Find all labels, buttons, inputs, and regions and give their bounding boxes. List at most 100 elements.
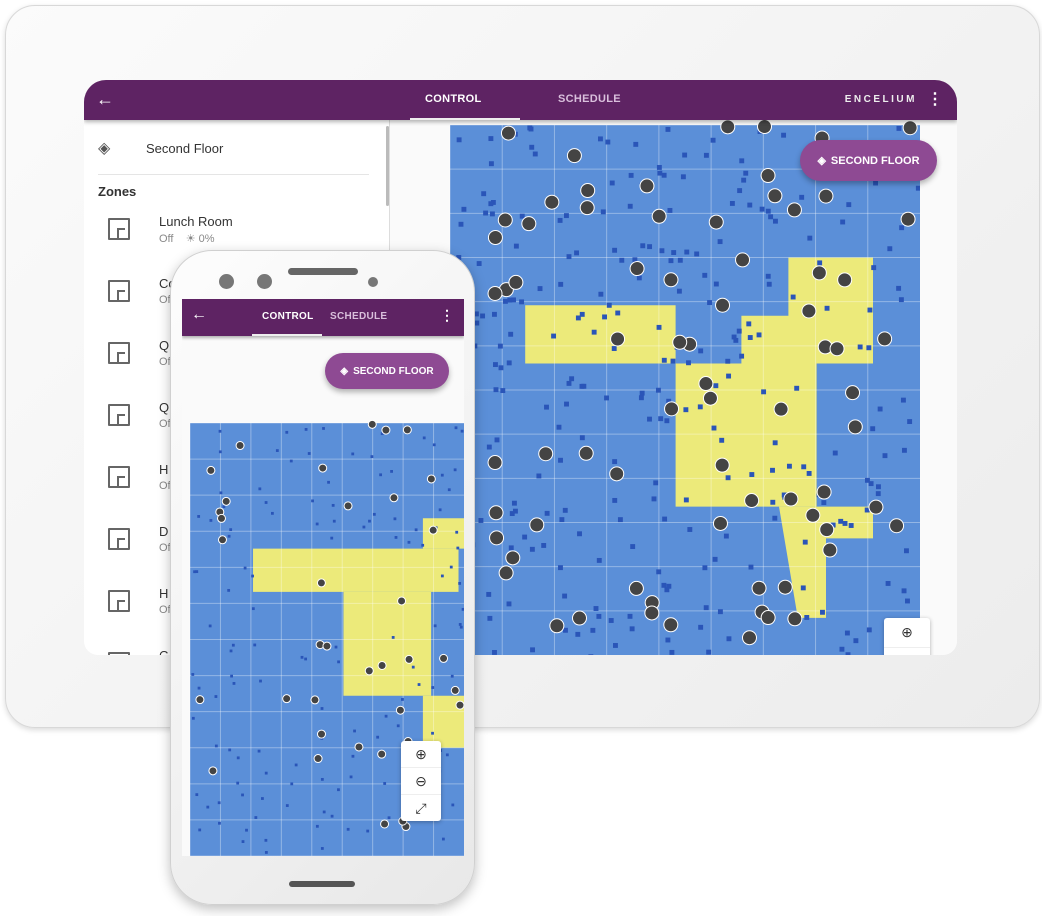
occupancy-sensor-icon[interactable] — [818, 188, 834, 204]
tab-control[interactable]: CONTROL — [262, 311, 314, 322]
occupancy-sensor-icon[interactable] — [343, 501, 353, 511]
occupancy-sensor-icon[interactable] — [428, 525, 438, 535]
tab-schedule[interactable]: SCHEDULE — [330, 311, 387, 322]
occupancy-sensor-icon[interactable] — [235, 441, 245, 451]
occupancy-sensor-icon[interactable] — [787, 611, 803, 627]
occupancy-sensor-icon[interactable] — [663, 272, 679, 288]
zoom-out-icon[interactable]: ⊖ — [401, 768, 441, 795]
occupancy-sensor-icon[interactable] — [500, 125, 516, 141]
occupancy-sensor-icon[interactable] — [610, 331, 626, 347]
occupancy-sensor-icon[interactable] — [208, 766, 218, 776]
occupancy-sensor-icon[interactable] — [488, 505, 504, 521]
occupancy-sensor-icon[interactable] — [508, 274, 524, 290]
occupancy-sensor-icon[interactable] — [217, 535, 227, 545]
occupancy-sensor-icon[interactable] — [816, 484, 832, 500]
occupancy-sensor-icon[interactable] — [538, 446, 554, 462]
occupancy-sensor-icon[interactable] — [389, 493, 399, 503]
occupancy-sensor-icon[interactable] — [805, 507, 821, 523]
occupancy-sensor-icon[interactable] — [354, 742, 364, 752]
occupancy-sensor-icon[interactable] — [868, 499, 884, 515]
occupancy-sensor-icon[interactable] — [318, 463, 328, 473]
occupancy-sensor-icon[interactable] — [487, 286, 503, 302]
occupancy-sensor-icon[interactable] — [847, 419, 863, 435]
occupancy-sensor-icon[interactable] — [702, 390, 718, 406]
occupancy-sensor-icon[interactable] — [845, 385, 861, 401]
back-arrow-icon[interactable]: ← — [96, 89, 114, 110]
occupancy-sensor-icon[interactable] — [395, 705, 405, 715]
occupancy-sensor-icon[interactable] — [566, 148, 582, 164]
more-vert-icon[interactable]: ⋮ — [440, 307, 454, 324]
occupancy-sensor-icon[interactable] — [760, 168, 776, 184]
occupancy-sensor-icon[interactable] — [498, 565, 514, 581]
occupancy-sensor-icon[interactable] — [651, 208, 667, 224]
occupancy-sensor-icon[interactable] — [221, 496, 231, 506]
occupancy-sensor-icon[interactable] — [644, 605, 660, 621]
occupancy-sensor-icon[interactable] — [497, 212, 513, 228]
occupancy-sensor-icon[interactable] — [377, 660, 387, 670]
occupancy-sensor-icon[interactable] — [450, 685, 460, 695]
more-vert-icon[interactable]: ⋮ — [927, 89, 943, 109]
occupancy-sensor-icon[interactable] — [767, 188, 783, 204]
back-arrow-icon[interactable]: ← — [191, 306, 207, 324]
occupancy-sensor-icon[interactable] — [487, 455, 503, 471]
occupancy-sensor-icon[interactable] — [580, 183, 596, 199]
occupancy-sensor-icon[interactable] — [786, 202, 802, 218]
occupancy-sensor-icon[interactable] — [313, 754, 323, 764]
occupancy-sensor-icon[interactable] — [216, 513, 226, 523]
occupancy-sensor-icon[interactable] — [487, 230, 503, 246]
zoom-in-icon[interactable]: ⊕ — [884, 618, 930, 648]
occupancy-sensor-icon[interactable] — [206, 465, 216, 475]
occupancy-sensor-icon[interactable] — [712, 515, 728, 531]
occupancy-sensor-icon[interactable] — [402, 425, 412, 435]
tab-control[interactable]: CONTROL — [425, 93, 481, 105]
occupancy-sensor-icon[interactable] — [819, 522, 835, 538]
floor-button[interactable]: ◈ SECOND FLOOR — [800, 140, 937, 181]
occupancy-sensor-icon[interactable] — [672, 334, 688, 350]
occupancy-sensor-icon[interactable] — [316, 578, 326, 588]
occupancy-sensor-icon[interactable] — [741, 630, 757, 646]
occupancy-sensor-icon[interactable] — [367, 419, 377, 429]
occupancy-sensor-icon[interactable] — [505, 550, 521, 566]
occupancy-sensor-icon[interactable] — [777, 579, 793, 595]
occupancy-sensor-icon[interactable] — [889, 518, 905, 534]
occupancy-sensor-icon[interactable] — [714, 457, 730, 473]
occupancy-sensor-icon[interactable] — [316, 729, 326, 739]
occupancy-sensor-icon[interactable] — [549, 618, 565, 634]
occupancy-sensor-icon[interactable] — [579, 200, 595, 216]
occupancy-sensor-icon[interactable] — [663, 617, 679, 633]
occupancy-sensor-icon[interactable] — [397, 596, 407, 606]
occupancy-sensor-icon[interactable] — [801, 303, 817, 319]
occupancy-sensor-icon[interactable] — [877, 331, 893, 347]
occupancy-sensor-icon[interactable] — [715, 297, 731, 313]
occupancy-sensor-icon[interactable] — [811, 265, 827, 281]
occupancy-sensor-icon[interactable] — [744, 493, 760, 509]
occupancy-sensor-icon[interactable] — [571, 610, 587, 626]
floor-button[interactable]: ◈ SECOND FLOOR — [325, 353, 449, 389]
occupancy-sensor-icon[interactable] — [628, 580, 644, 596]
occupancy-sensor-icon[interactable] — [664, 401, 680, 417]
occupancy-sensor-icon[interactable] — [760, 610, 776, 626]
occupancy-sensor-icon[interactable] — [735, 252, 751, 268]
occupancy-sensor-icon[interactable] — [364, 666, 374, 676]
occupancy-sensor-icon[interactable] — [900, 211, 916, 227]
occupancy-sensor-icon[interactable] — [773, 401, 789, 417]
occupancy-sensor-icon[interactable] — [404, 654, 414, 664]
occupancy-sensor-icon[interactable] — [310, 695, 320, 705]
occupancy-sensor-icon[interactable] — [578, 445, 594, 461]
occupancy-sensor-icon[interactable] — [698, 376, 714, 392]
zoom-in-icon[interactable]: ⊕ — [401, 741, 441, 768]
zoom-out-icon[interactable]: ⊖ — [884, 648, 930, 655]
occupancy-sensor-icon[interactable] — [783, 491, 799, 507]
occupancy-sensor-icon[interactable] — [751, 580, 767, 596]
occupancy-sensor-icon[interactable] — [529, 517, 545, 533]
occupancy-sensor-icon[interactable] — [837, 272, 853, 288]
occupancy-sensor-icon[interactable] — [322, 641, 332, 651]
occupancy-sensor-icon[interactable] — [902, 120, 918, 136]
occupancy-sensor-icon[interactable] — [544, 194, 560, 210]
occupancy-sensor-icon[interactable] — [426, 474, 436, 484]
occupancy-sensor-icon[interactable] — [381, 425, 391, 435]
fullscreen-icon[interactable]: ⤢ — [401, 795, 441, 821]
occupancy-sensor-icon[interactable] — [609, 466, 625, 482]
occupancy-sensor-icon[interactable] — [439, 653, 449, 663]
occupancy-sensor-icon[interactable] — [639, 178, 655, 194]
